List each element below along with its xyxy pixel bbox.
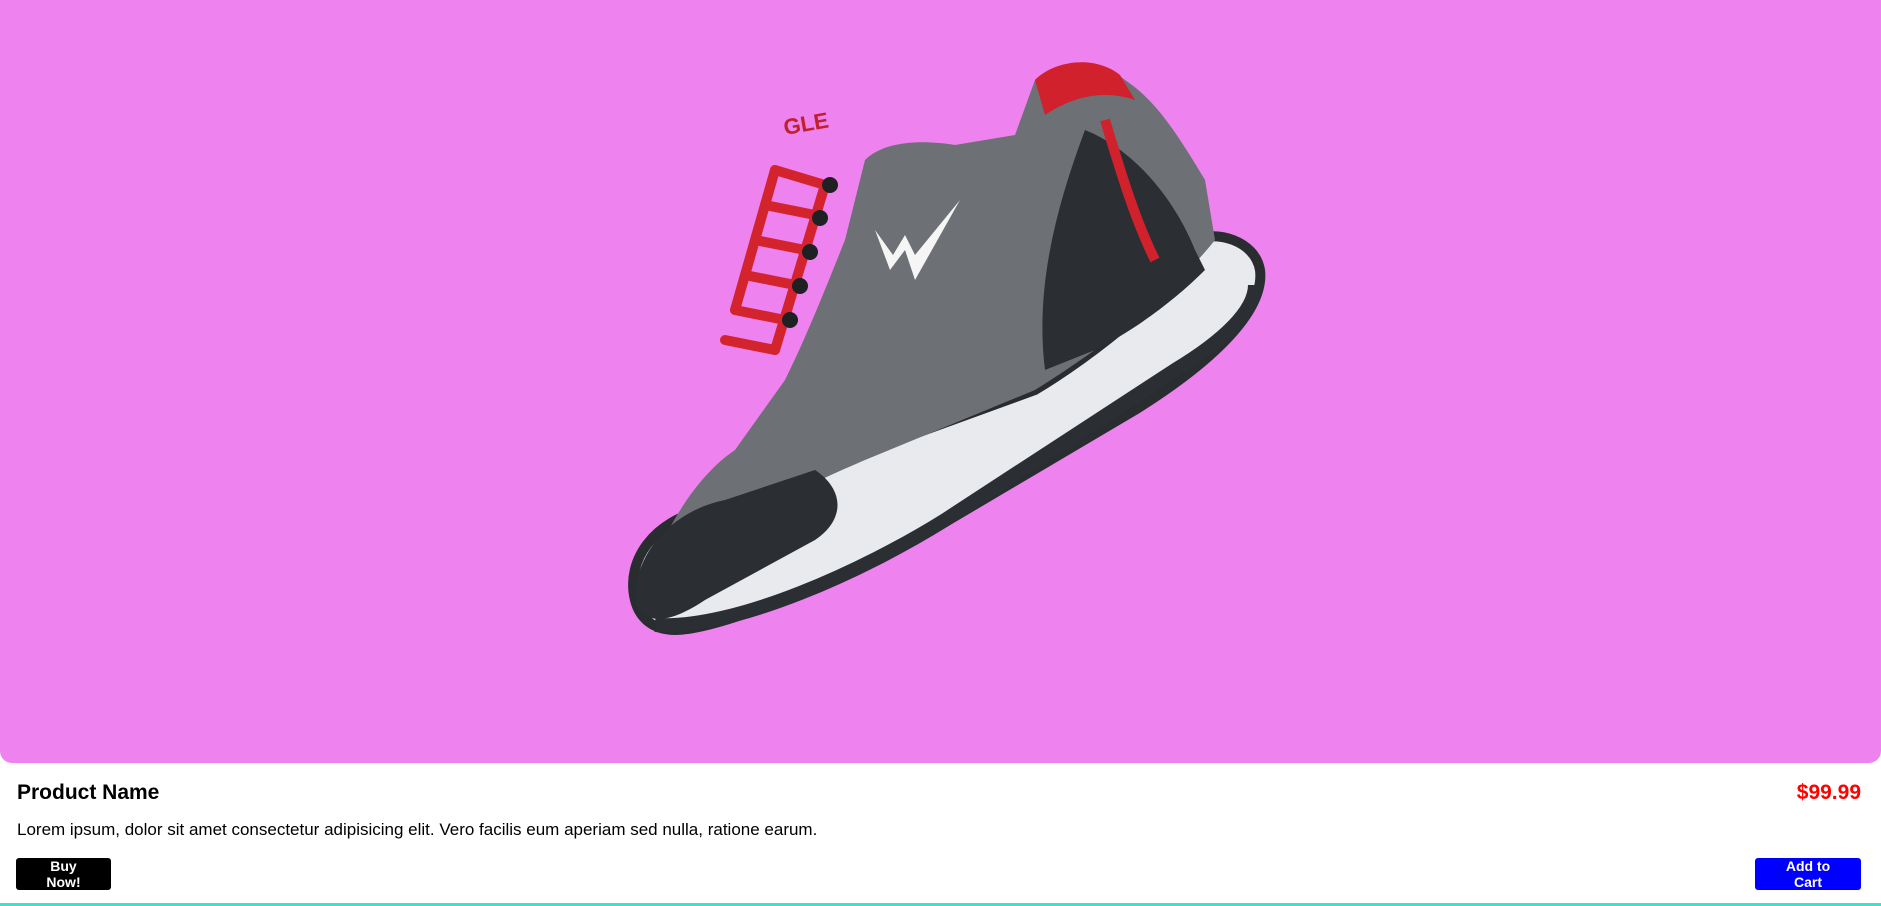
product-card: GLE Product Name $99.99 Lorem ipsum, dol… [0,0,1881,906]
product-info: Product Name $99.99 Lorem ipsum, dolor s… [0,763,1881,906]
product-name: Product Name [17,781,160,804]
sneaker-image: GLE [628,62,1266,636]
svg-text:GLE: GLE [782,107,831,139]
product-price: $99.99 [1796,781,1861,804]
product-image-area: GLE [0,0,1881,763]
product-description: Lorem ipsum, dolor sit amet consectetur … [17,820,818,839]
buy-now-button[interactable]: Buy Now! [16,858,111,890]
add-to-cart-button[interactable]: Add to Cart [1755,858,1861,890]
